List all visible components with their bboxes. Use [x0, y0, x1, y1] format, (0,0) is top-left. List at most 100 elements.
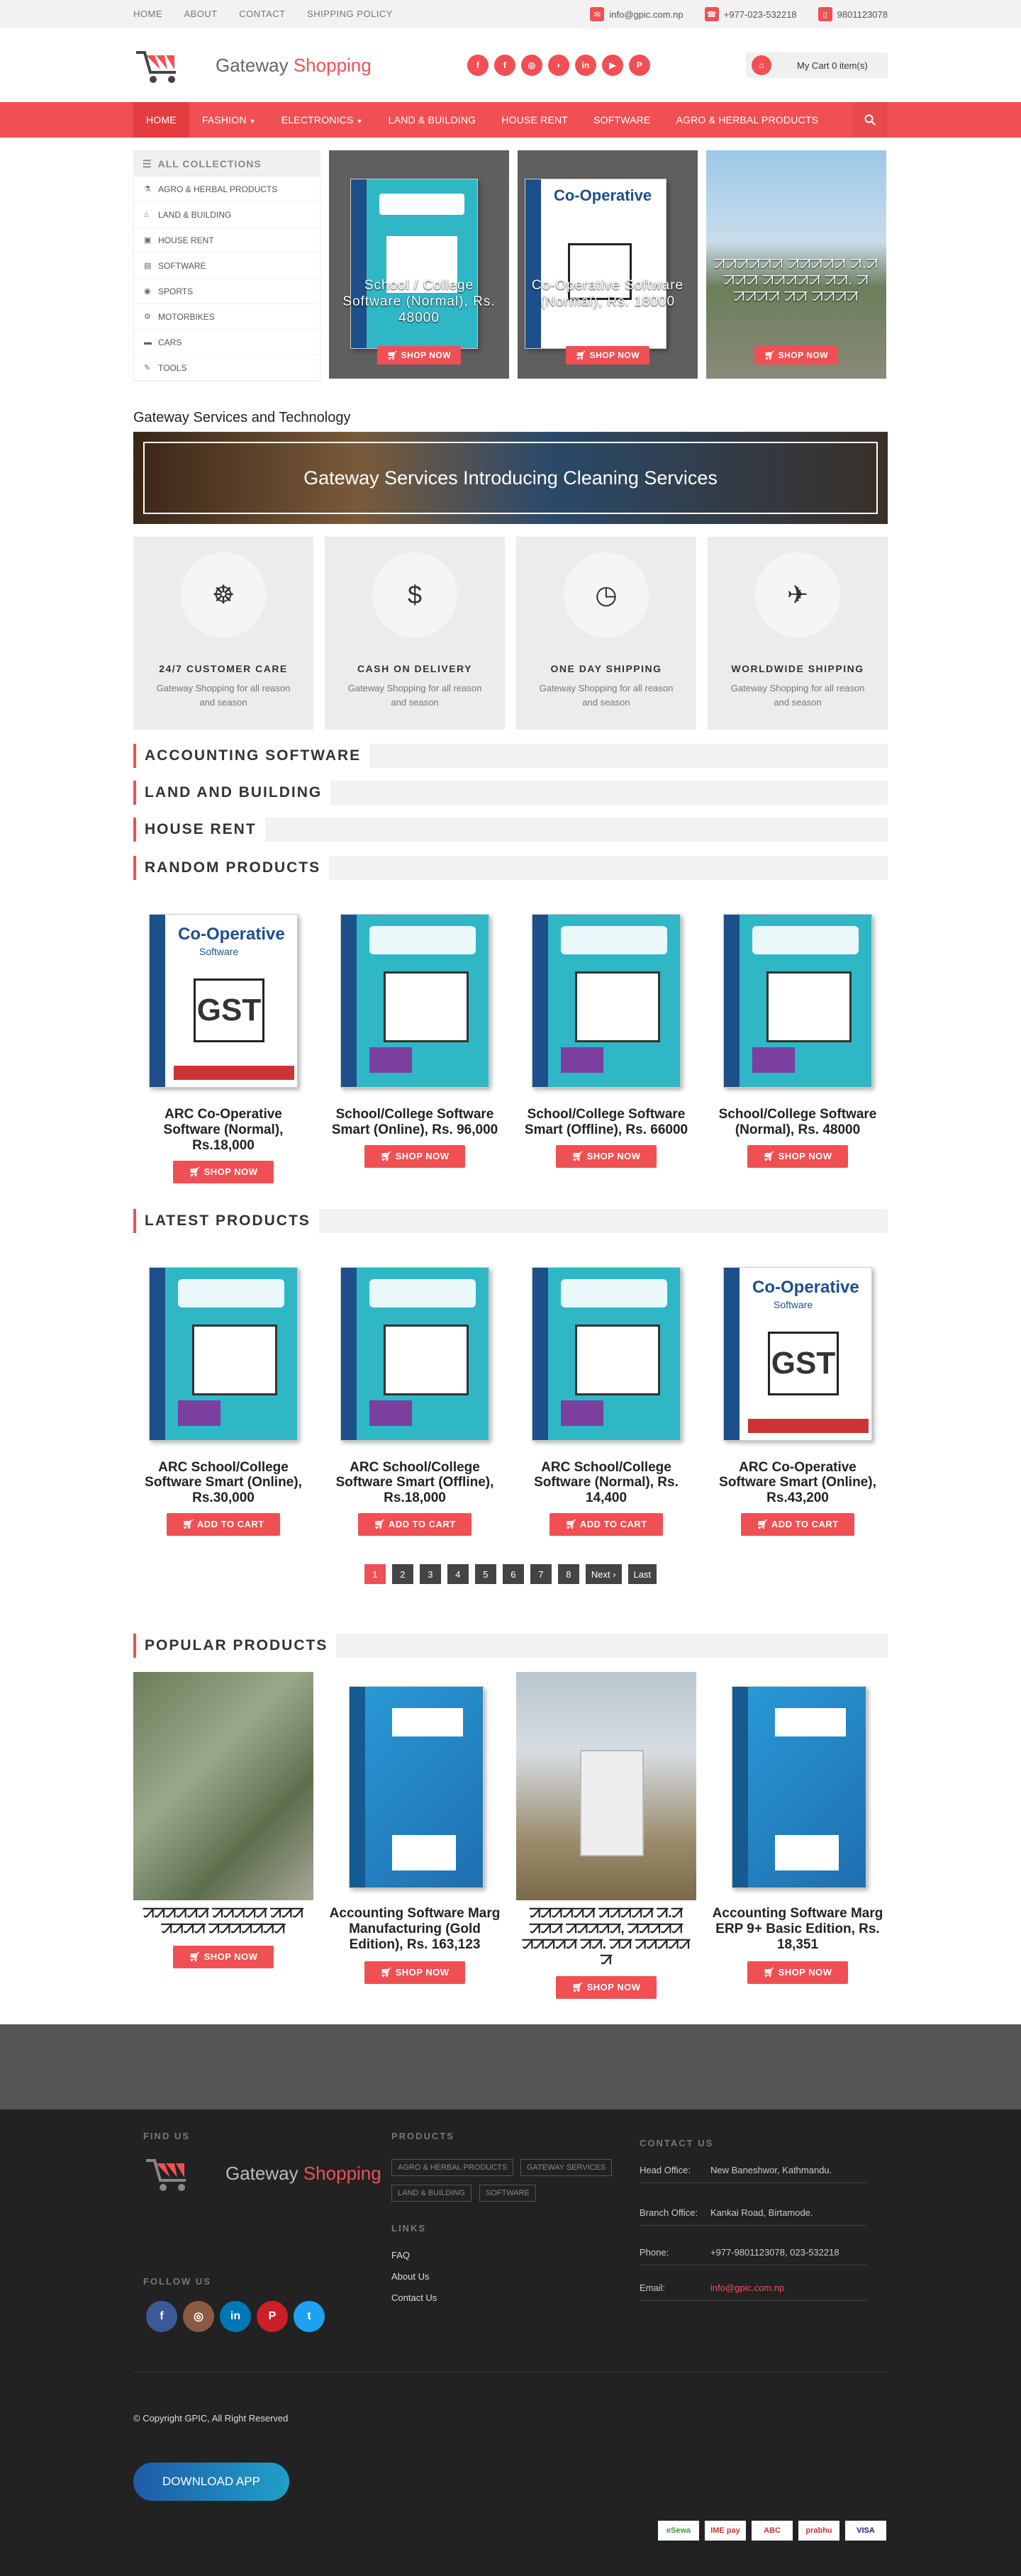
footer-tag[interactable]: SOFTWARE	[479, 2185, 536, 2202]
linkedin-icon[interactable]: in	[574, 55, 596, 76]
shop-now-button[interactable]: 🛒︎ SHOP NOW	[364, 1961, 465, 1984]
product-image[interactable]	[325, 1672, 505, 1900]
facebook-icon[interactable]: f	[467, 55, 489, 76]
page-6[interactable]: 6	[502, 1564, 524, 1585]
product-name[interactable]: School/College Software (Normal), Rs. 48…	[708, 1107, 888, 1138]
shop-now-button[interactable]: 🛒︎ SHOP NOW	[556, 1976, 657, 2000]
facebook-icon[interactable]: f	[493, 55, 515, 76]
facebook-icon[interactable]: f	[146, 2301, 177, 2333]
page-3[interactable]: 3	[419, 1564, 441, 1585]
top-link-shipping-policy[interactable]: SHIPPING POLICY	[307, 9, 393, 19]
page-8[interactable]: 8	[557, 1564, 579, 1585]
page-last[interactable]: Last	[627, 1564, 657, 1585]
nav-electronics[interactable]: ELECTRONICS ▼	[269, 102, 376, 138]
product-card[interactable]: ARC School/College Software (Normal), Rs…	[516, 1254, 696, 1537]
top-link-about[interactable]: ABOUT	[184, 9, 217, 19]
footer-tag[interactable]: GATEWAY SERVICES	[520, 2159, 613, 2177]
download-app-button[interactable]: DOWNLOAD APP	[133, 2463, 289, 2502]
shop-now-button[interactable]: 🛒︎ SHOP NOW	[173, 1160, 274, 1183]
linkedin-icon[interactable]: in	[220, 2301, 251, 2333]
pinterest-icon[interactable]: P	[257, 2301, 288, 2333]
footer-link-about[interactable]: About Us	[391, 2271, 429, 2282]
footer-tag[interactable]: AGRO & HERBAL PRODUCTS	[391, 2159, 514, 2177]
product-card[interactable]: ARC School/College Software Smart (Offli…	[325, 1254, 505, 1537]
product-name[interactable]: ꠀꠀꠀꠀꠀꠀ ꠀꠀꠀꠀꠀ ꠀ.ꠀ ꠀꠀꠀ ꠀꠀꠀꠀꠀ, ꠀꠀꠀꠀꠀ ꠀꠀꠀꠀꠀ …	[516, 1906, 696, 1968]
product-image[interactable]	[516, 1254, 696, 1460]
product-card[interactable]: School/College Software Smart (Offline),…	[516, 901, 696, 1183]
add-to-cart-button[interactable]: 🛒︎ ADD TO CART	[741, 1513, 854, 1537]
search-button[interactable]	[852, 102, 888, 138]
product-card[interactable]: School/College Software Smart (Online), …	[325, 901, 505, 1183]
product-image[interactable]	[325, 901, 505, 1107]
product-card[interactable]: ꠀꠀꠀꠀꠀꠀ ꠀꠀꠀꠀꠀ ꠀꠀꠀ ꠀꠀꠀꠀ ꠀꠀꠀꠀꠀꠀꠀ 🛒︎ SHOP NOW	[133, 1672, 313, 1999]
footer-link-faq[interactable]: FAQ	[391, 2250, 410, 2260]
product-card[interactable]: Accounting Software Marg Manufacturing (…	[325, 1672, 505, 1999]
shop-now-button[interactable]: 🛒︎ SHOP NOW	[556, 1144, 657, 1168]
product-card[interactable]: School/College Software (Normal), Rs. 48…	[708, 901, 888, 1183]
collection-item-sports[interactable]: ◉ SPORTS	[134, 279, 320, 304]
add-to-cart-button[interactable]: 🛒︎ ADD TO CART	[358, 1513, 472, 1537]
nav-agro-herbal[interactable]: AGRO & HERBAL PRODUCTS	[663, 102, 831, 138]
product-card[interactable]: Co-Operative Software GST ARC Co-Operative …	[708, 1254, 888, 1537]
top-link-home[interactable]: HOME	[133, 9, 162, 19]
product-name[interactable]: Accounting Software Marg ERP 9+ Basic Ed…	[708, 1906, 888, 1953]
page-4[interactable]: 4	[447, 1564, 469, 1585]
pinterest-icon[interactable]: P	[628, 55, 650, 76]
page-2[interactable]: 2	[391, 1564, 413, 1585]
youtube-icon[interactable]: ▶	[601, 55, 623, 76]
add-to-cart-button[interactable]: 🛒︎ ADD TO CART	[549, 1513, 663, 1537]
product-card[interactable]: Accounting Software Marg ERP 9+ Basic Ed…	[708, 1672, 888, 1999]
top-email-text[interactable]: info@gpic.com.np	[609, 9, 683, 20]
product-name[interactable]: School/College Software Smart (Online), …	[325, 1107, 505, 1138]
collection-item-tools[interactable]: ✎ TOOLS	[134, 355, 320, 381]
product-image[interactable]: Co-Operative Software GST	[133, 901, 313, 1107]
footer-logo[interactable]: Gateway Shopping	[143, 2152, 381, 2195]
product-card[interactable]: ARC School/College Software Smart (Onlin…	[133, 1254, 313, 1537]
product-image[interactable]	[133, 1254, 313, 1460]
instagram-icon[interactable]: ◎	[520, 55, 542, 76]
services-banner[interactable]: Gateway Services Introducing Cleaning Se…	[133, 432, 888, 524]
site-logo[interactable]: Gateway Shopping	[133, 44, 372, 87]
product-image[interactable]	[133, 1672, 313, 1901]
shop-now-button[interactable]: 🛒︎ SHOP NOW	[747, 1961, 848, 1984]
nav-house-rent[interactable]: HOUSE RENT	[489, 102, 581, 138]
nav-land-building[interactable]: LAND & BUILDING	[376, 102, 489, 138]
shop-now-button[interactable]: 🛒︎ SHOP NOW	[565, 346, 650, 364]
product-name[interactable]: ARC Co-Operative Software (Normal), Rs.1…	[133, 1107, 313, 1154]
product-name[interactable]: Accounting Software Marg Manufacturing (…	[325, 1906, 505, 1953]
collection-item-software[interactable]: ▤ SOFTWARE	[134, 253, 320, 279]
footer-link-contact[interactable]: Contact Us	[391, 2292, 437, 2303]
product-image[interactable]	[325, 1254, 505, 1460]
product-image[interactable]	[708, 901, 888, 1107]
product-name[interactable]: ARC School/College Software Smart (Onlin…	[133, 1460, 313, 1507]
product-image[interactable]	[708, 1672, 888, 1900]
collection-item-land[interactable]: ⌂ LAND & BUILDING	[134, 202, 320, 228]
page-next[interactable]: Next ›	[585, 1564, 622, 1585]
collection-item-house-rent[interactable]: ▣ HOUSE RENT	[134, 228, 320, 253]
hero-card[interactable]: School / College Software (Normal), Rs. …	[329, 150, 509, 379]
collection-item-motorbikes[interactable]: ⚙ MOTORBIKES	[134, 304, 320, 330]
product-name[interactable]: School/College Software Smart (Offline),…	[516, 1107, 696, 1138]
page-5[interactable]: 5	[474, 1564, 496, 1585]
shop-now-button[interactable]: 🛒︎ SHOP NOW	[173, 1945, 274, 1968]
product-image[interactable]: Co-Operative Software GST	[708, 1254, 888, 1460]
shop-now-button[interactable]: 🛒︎ SHOP NOW	[364, 1144, 465, 1168]
nav-fashion[interactable]: FASHION ▼	[189, 102, 269, 138]
collection-item-cars[interactable]: ▬ CARS	[134, 330, 320, 355]
shop-now-button[interactable]: 🛒︎ SHOP NOW	[754, 346, 839, 364]
product-card[interactable]: ꠀꠀꠀꠀꠀꠀ ꠀꠀꠀꠀꠀ ꠀ.ꠀ ꠀꠀꠀ ꠀꠀꠀꠀꠀ, ꠀꠀꠀꠀꠀ ꠀꠀꠀꠀꠀ …	[516, 1672, 696, 2000]
product-name[interactable]: ARC School/College Software (Normal), Rs…	[516, 1460, 696, 1507]
hero-card[interactable]: Co-Operative Co-Operative Software (Norm…	[518, 150, 698, 379]
nav-software[interactable]: SOFTWARE	[581, 102, 663, 138]
instagram-icon[interactable]: ◎	[183, 2301, 214, 2333]
product-image[interactable]	[516, 901, 696, 1107]
product-name[interactable]: ARC School/College Software Smart (Offli…	[325, 1460, 505, 1507]
top-link-contact[interactable]: CONTACT	[239, 9, 285, 19]
shop-now-button[interactable]: 🛒︎ SHOP NOW	[376, 346, 462, 364]
nav-home[interactable]: HOME	[133, 102, 189, 138]
page-7[interactable]: 7	[530, 1564, 552, 1585]
hero-card[interactable]: ꠀꠀꠀꠀꠀꠀ ꠀꠀꠀꠀꠀ ꠀ.ꠀ ꠀꠀꠀ ꠀꠀꠀꠀꠀ ꠀꠀ. ꠀ ꠀꠀꠀꠀ ꠀꠀ…	[706, 150, 886, 379]
product-name[interactable]: ꠀꠀꠀꠀꠀꠀ ꠀꠀꠀꠀꠀ ꠀꠀꠀ ꠀꠀꠀꠀ ꠀꠀꠀꠀꠀꠀꠀ	[133, 1906, 313, 1937]
rss-icon[interactable]: ◗	[547, 55, 569, 76]
twitter-icon[interactable]: t	[294, 2301, 325, 2333]
